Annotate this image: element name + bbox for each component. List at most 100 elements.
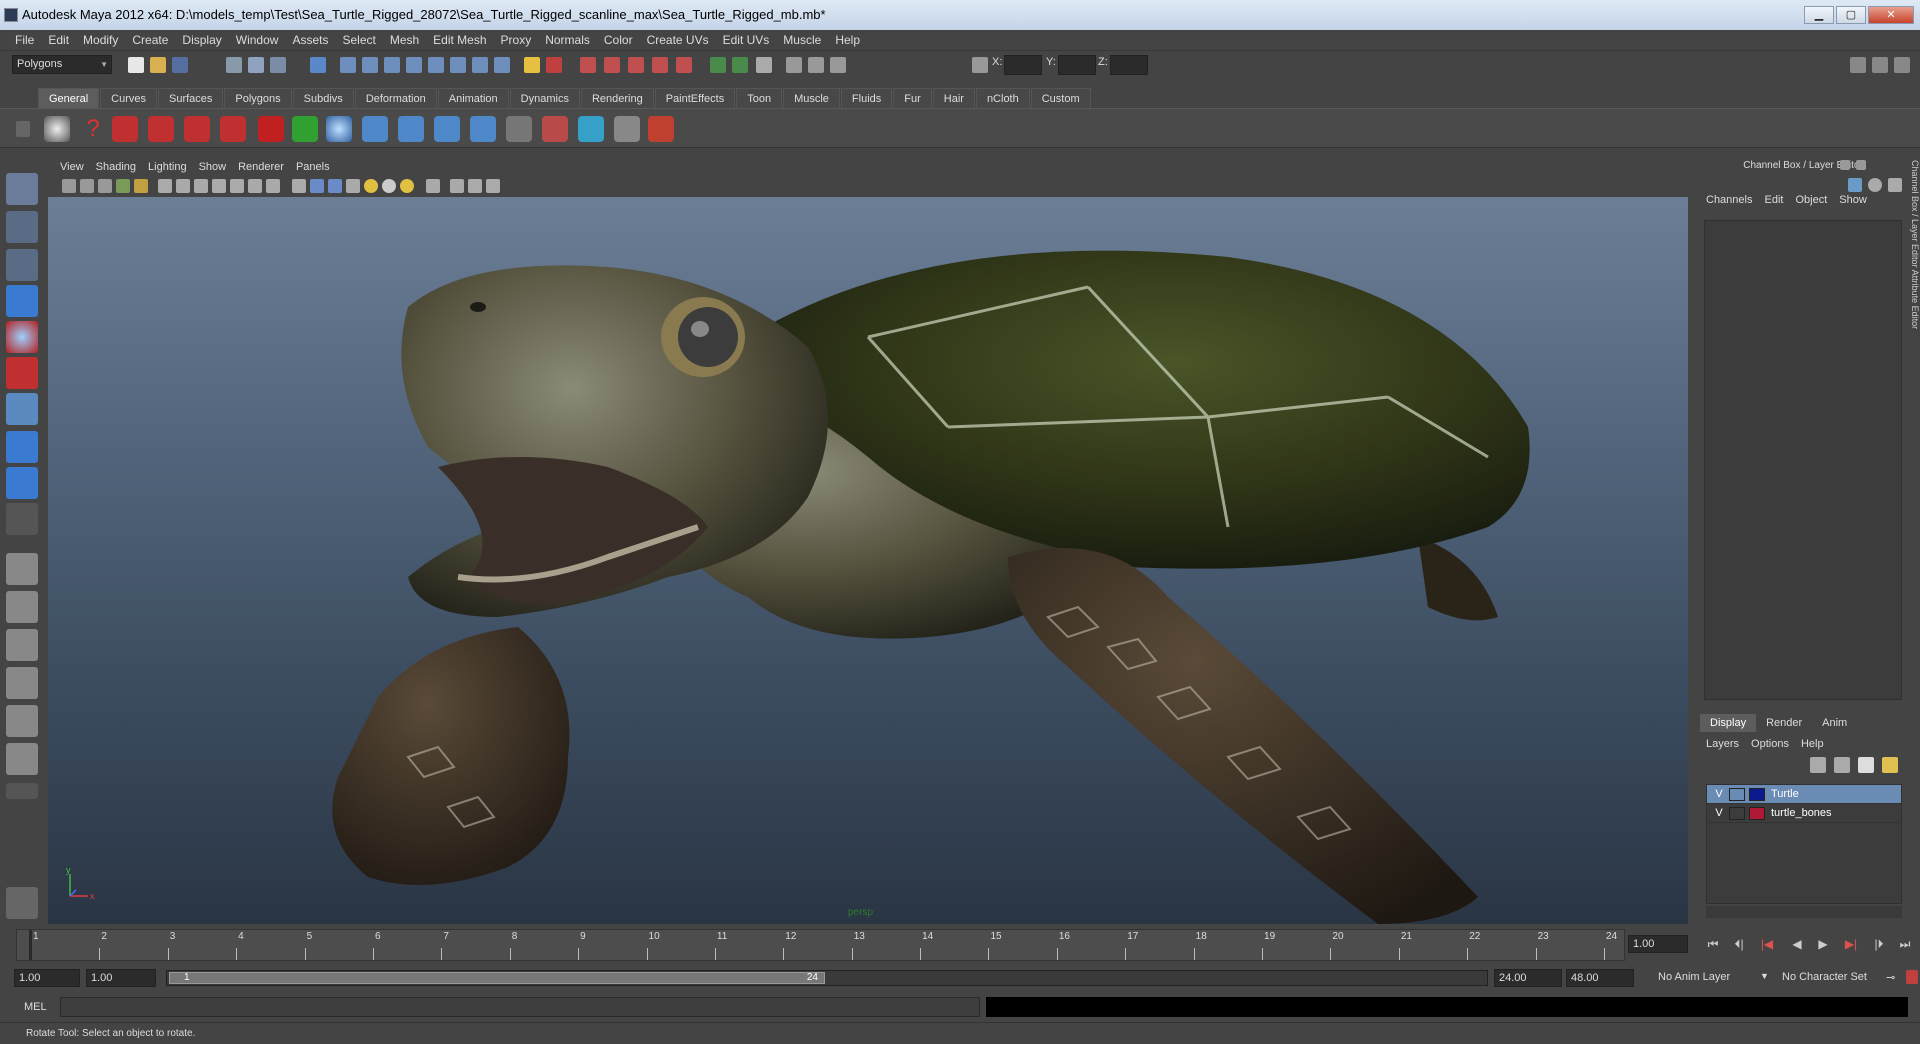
shelf-tab-general[interactable]: General: [38, 88, 100, 108]
twod-pan-zoom-icon[interactable]: [134, 179, 148, 193]
show-manipulator-icon[interactable]: [6, 467, 38, 499]
shelf-tab-curves[interactable]: Curves: [100, 88, 157, 108]
hypershade-icon[interactable]: [830, 57, 846, 73]
joint-tool-shelf-icon[interactable]: [184, 116, 210, 142]
render-settings-shelf-icon[interactable]: [44, 116, 70, 142]
paint-weights-shelf-icon[interactable]: [258, 116, 284, 142]
lasso-tool-icon[interactable]: [6, 211, 38, 243]
layer-scrollbar[interactable]: [1706, 906, 1902, 918]
highlight-selection-icon[interactable]: [546, 57, 562, 73]
menu-set-dropdown[interactable]: Polygons: [12, 55, 112, 74]
high-quality-rendering-icon[interactable]: [400, 179, 414, 193]
channel-menu-edit[interactable]: Edit: [1758, 194, 1789, 206]
shelf-tab-subdivs[interactable]: Subdivs: [292, 88, 354, 108]
ipr-render-icon[interactable]: [786, 57, 802, 73]
layer-name[interactable]: Turtle: [1771, 785, 1799, 804]
layer-tab-anim[interactable]: Anim: [1812, 714, 1857, 732]
snap-to-grids-icon[interactable]: [580, 57, 596, 73]
channel-box-mode-icon[interactable]: [1868, 178, 1882, 192]
last-tool-icon[interactable]: [6, 503, 38, 535]
select-by-component-icon[interactable]: [270, 57, 286, 73]
layer-menu-help[interactable]: Help: [1795, 734, 1830, 754]
step-back-frame-button[interactable]: ⏴|: [1730, 936, 1748, 952]
show-attribute-editor-icon[interactable]: [1850, 57, 1866, 73]
sphere-shelf-icon[interactable]: [326, 116, 352, 142]
channel-box-key-icon[interactable]: [1848, 178, 1862, 192]
cluster-shelf-icon[interactable]: [362, 116, 388, 142]
show-tool-settings-icon[interactable]: [1872, 57, 1888, 73]
persp-outliner-layout-icon[interactable]: [6, 629, 38, 661]
range-slider-handle[interactable]: 1 24: [169, 972, 825, 984]
ik-spline-shelf-icon[interactable]: [148, 116, 174, 142]
shelf-tab-muscle[interactable]: Muscle: [783, 88, 840, 108]
resolution-gate-icon[interactable]: [194, 179, 208, 193]
construction-history-icon[interactable]: [732, 57, 748, 73]
step-forward-frame-button[interactable]: |⏵: [1870, 936, 1888, 952]
camera-attributes-icon[interactable]: [80, 179, 94, 193]
show-channel-box-icon[interactable]: [1894, 57, 1910, 73]
layer-visibility-toggle[interactable]: V: [1711, 804, 1727, 823]
step-forward-key-button[interactable]: ▶|: [1842, 936, 1860, 952]
layer-menu-layers[interactable]: Layers: [1700, 734, 1745, 754]
mel-label[interactable]: MEL: [24, 1001, 47, 1013]
single-perspective-layout-icon[interactable]: [6, 553, 38, 585]
snap-to-curves-icon[interactable]: [604, 57, 620, 73]
snap-to-points-icon[interactable]: [628, 57, 644, 73]
safe-action-icon[interactable]: [248, 179, 262, 193]
new-scene-icon[interactable]: [128, 57, 144, 73]
grid-icon[interactable]: [158, 179, 172, 193]
layer-tab-display[interactable]: Display: [1700, 714, 1757, 732]
layer-type-toggle[interactable]: [1729, 788, 1745, 801]
shelf-tab-custom[interactable]: Custom: [1030, 88, 1091, 108]
maya-app-icon[interactable]: [4, 8, 18, 22]
menu-create[interactable]: Create: [125, 30, 175, 50]
menu-mesh[interactable]: Mesh: [383, 30, 426, 50]
persp-graph-layout-icon[interactable]: [6, 667, 38, 699]
xray-components-icon[interactable]: [486, 179, 500, 193]
transform-field-icon[interactable]: [972, 57, 988, 73]
create-empty-layer-icon[interactable]: [1858, 757, 1874, 773]
go-to-end-button[interactable]: ⏭: [1896, 936, 1914, 952]
select-by-object-icon[interactable]: [248, 57, 264, 73]
perspective-viewport[interactable]: y x persp: [48, 197, 1688, 924]
pick-mask-icon[interactable]: [310, 57, 326, 73]
select-curves-icon[interactable]: [384, 57, 400, 73]
hypershade-layout-icon[interactable]: [6, 705, 38, 737]
select-by-hierarchy-icon[interactable]: [226, 57, 242, 73]
panel-menu-lighting[interactable]: Lighting: [142, 158, 193, 176]
menu-edit-mesh[interactable]: Edit Mesh: [426, 30, 493, 50]
layer-color-swatch[interactable]: [1749, 788, 1765, 801]
smooth-shade-icon[interactable]: [310, 179, 324, 193]
layer-type-toggle[interactable]: [1729, 807, 1745, 820]
ik-handle-shelf-icon[interactable]: [112, 116, 138, 142]
universal-manipulator-icon[interactable]: [6, 393, 38, 425]
layer-row[interactable]: V Turtle: [1707, 785, 1901, 804]
move-layer-up-icon[interactable]: [1810, 757, 1826, 773]
film-gate-icon[interactable]: [176, 179, 190, 193]
current-frame-field[interactable]: 1.00: [1628, 935, 1688, 953]
menu-display[interactable]: Display: [175, 30, 228, 50]
select-misc-icon[interactable]: [494, 57, 510, 73]
create-layer-from-selected-icon[interactable]: [1882, 757, 1898, 773]
select-surfaces-icon[interactable]: [406, 57, 422, 73]
move-tool-icon[interactable]: [6, 285, 38, 317]
safe-title-icon[interactable]: [266, 179, 280, 193]
panel-menu-panels[interactable]: Panels: [290, 158, 336, 176]
xray-icon[interactable]: [450, 179, 464, 193]
menu-help[interactable]: Help: [828, 30, 867, 50]
layer-visibility-toggle[interactable]: V: [1711, 785, 1727, 804]
range-slider[interactable]: 1 24: [166, 970, 1488, 986]
layer-color-swatch[interactable]: [1749, 807, 1765, 820]
save-scene-icon[interactable]: [172, 57, 188, 73]
toolbox-settings-icon[interactable]: [6, 887, 38, 919]
panel-menu-renderer[interactable]: Renderer: [232, 158, 290, 176]
playback-start-field[interactable]: 1.00: [86, 969, 156, 987]
geometry-cache-shelf-icon[interactable]: [614, 116, 640, 142]
menu-color[interactable]: Color: [597, 30, 640, 50]
channel-box-pin-icon[interactable]: [1888, 178, 1902, 192]
sea-turtle-model[interactable]: [48, 197, 1688, 924]
muscle-shelf-icon[interactable]: [542, 116, 568, 142]
xray-joints-icon[interactable]: [468, 179, 482, 193]
lattice-shelf-icon[interactable]: [398, 116, 424, 142]
shelf-tab-painteffects[interactable]: PaintEffects: [654, 88, 736, 108]
